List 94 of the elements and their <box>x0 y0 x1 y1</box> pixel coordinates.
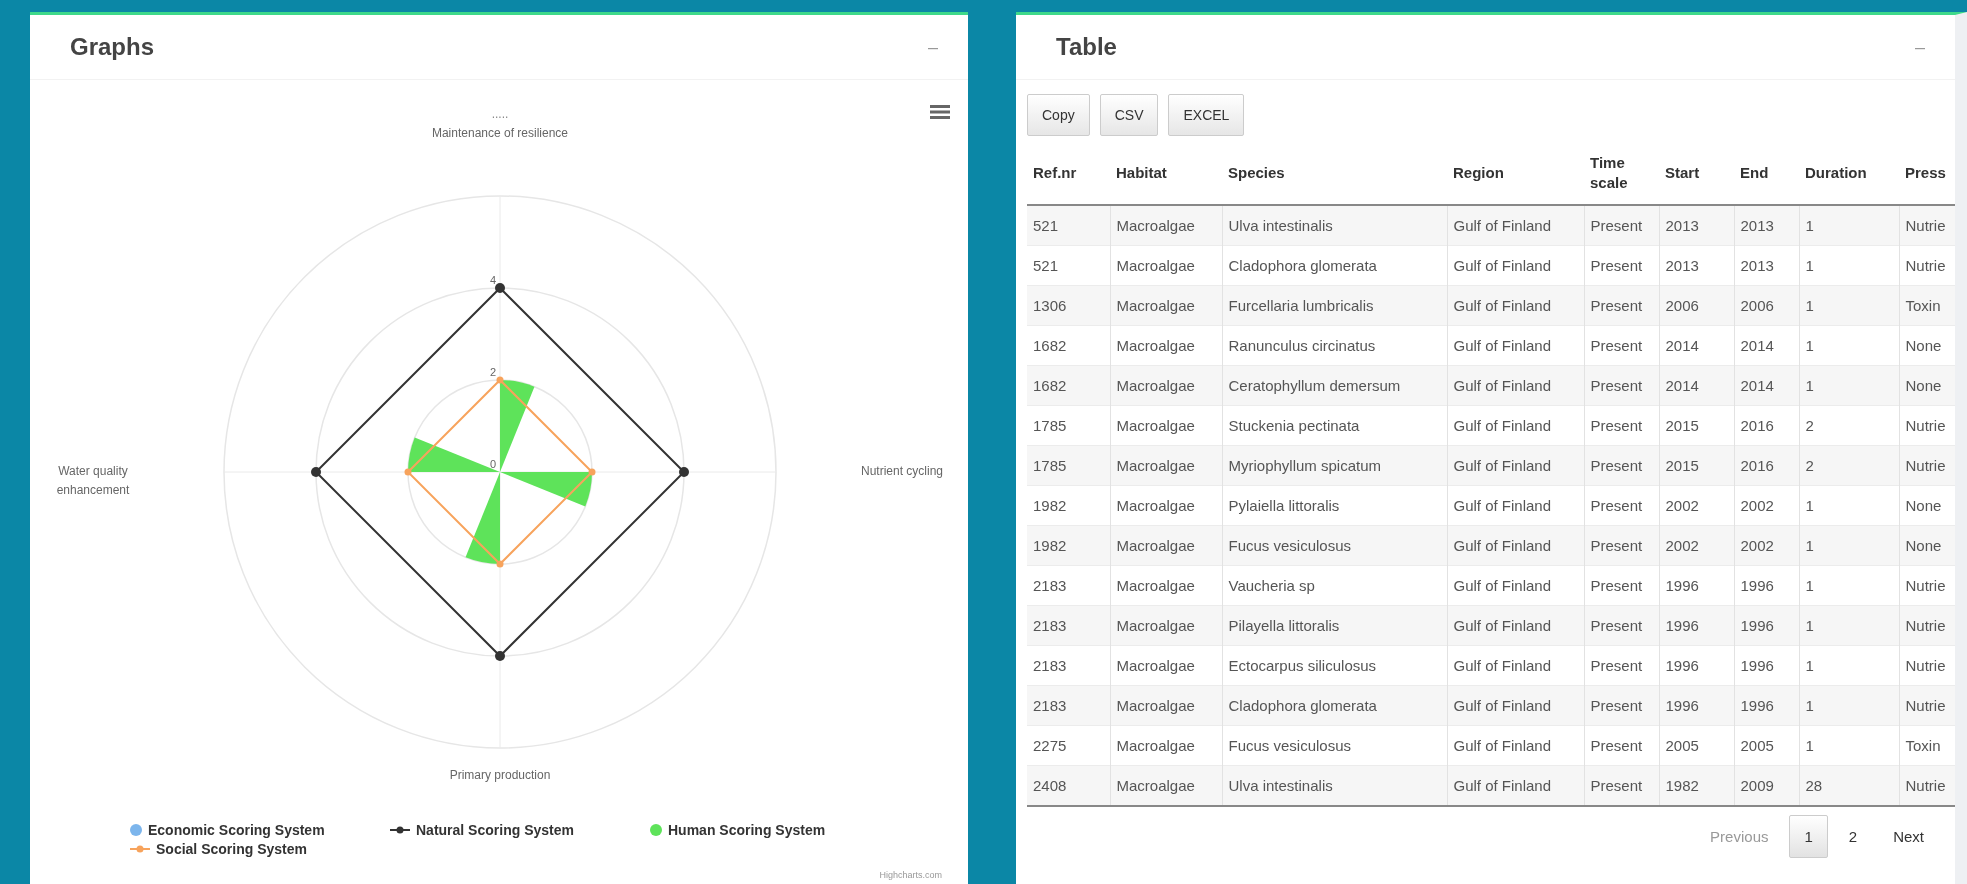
table-cell: Gulf of Finland <box>1447 445 1584 486</box>
table-cell: Present <box>1584 205 1659 246</box>
table-cell: Gulf of Finland <box>1447 365 1584 406</box>
axis-label: Primary production <box>448 767 552 784</box>
table-cell: Macroalgae <box>1110 205 1222 246</box>
table-cell: Macroalgae <box>1110 285 1222 326</box>
table-cell: Gulf of Finland <box>1447 285 1584 326</box>
table-cell: 2013 <box>1734 205 1799 246</box>
table-cell: 1996 <box>1734 685 1799 726</box>
axis-label: Nutrient cycling <box>860 463 944 480</box>
page-button[interactable]: 2 <box>1833 815 1873 858</box>
legend-item[interactable]: Economic Scoring System <box>130 820 390 839</box>
table-cell: Cladophora glomerata <box>1222 685 1447 726</box>
table-cell: Fucus vesiculosus <box>1222 525 1447 566</box>
table-cell: 1982 <box>1659 765 1734 806</box>
table-cell: Macroalgae <box>1110 445 1222 486</box>
table-cell: 1 <box>1799 525 1899 566</box>
table-cell: Nutrie <box>1899 765 1955 806</box>
panel-title: Graphs <box>70 33 155 61</box>
table-cell: 2015 <box>1659 445 1734 486</box>
table-cell: Present <box>1584 365 1659 406</box>
table-cell: 2183 <box>1027 685 1110 726</box>
table-cell: Nutrie <box>1899 605 1955 646</box>
table-cell: 2009 <box>1734 765 1799 806</box>
table-cell: Myriophyllum spicatum <box>1222 445 1447 486</box>
legend-item[interactable]: Human Scoring System <box>650 820 910 839</box>
tick-label: 4 <box>489 274 496 286</box>
table-cell: 2006 <box>1659 285 1734 326</box>
table-cell: Macroalgae <box>1110 765 1222 806</box>
table-cell: 1982 <box>1027 525 1110 566</box>
table-cell: 1682 <box>1027 365 1110 406</box>
table-cell: Ceratophyllum demersum <box>1222 365 1447 406</box>
table-cell: Pilayella littoralis <box>1222 605 1447 646</box>
table-cell: 1 <box>1799 685 1899 726</box>
table-cell: Nutrie <box>1899 205 1955 246</box>
table-cell: Macroalgae <box>1110 365 1222 406</box>
table-cell: 2013 <box>1659 205 1734 246</box>
table-cell: 2006 <box>1734 285 1799 326</box>
table-cell: 2014 <box>1734 365 1799 406</box>
table-cell: Macroalgae <box>1110 605 1222 646</box>
table-cell: Present <box>1584 285 1659 326</box>
legend-item[interactable]: Social Scoring System <box>130 839 390 858</box>
menu-icon[interactable] <box>930 104 950 120</box>
table-cell: Nutrie <box>1899 445 1955 486</box>
table-cell: 2 <box>1799 445 1899 486</box>
table-cell: 1 <box>1799 205 1899 246</box>
table-cell: Gulf of Finland <box>1447 525 1584 566</box>
table-cell: Present <box>1584 445 1659 486</box>
table-cell: 1996 <box>1659 605 1734 646</box>
table-cell: 1785 <box>1027 445 1110 486</box>
export-button[interactable]: Copy <box>1027 94 1090 136</box>
panel-title: Table <box>1056 33 1117 61</box>
table-cell: Nutrie <box>1899 685 1955 726</box>
table-cell: 1996 <box>1734 605 1799 646</box>
table-cell: 1 <box>1799 365 1899 406</box>
tick-label: 0 <box>489 458 496 470</box>
table-cell: 28 <box>1799 765 1899 806</box>
table-cell: 521 <box>1027 205 1110 246</box>
export-button[interactable]: CSV <box>1099 94 1159 136</box>
table-cell: Present <box>1584 525 1659 566</box>
table-cell: Present <box>1584 685 1659 726</box>
table-cell: 1996 <box>1659 685 1734 726</box>
table-cell: 1 <box>1799 285 1899 326</box>
table-cell: None <box>1899 365 1955 406</box>
table-cell: 1 <box>1799 605 1899 646</box>
table-cell: Gulf of Finland <box>1447 605 1584 646</box>
table-cell: Present <box>1584 605 1659 646</box>
table-cell: Toxin <box>1899 285 1955 326</box>
table-cell: 2002 <box>1734 525 1799 566</box>
axis-label: Maintenance of resilience <box>430 125 570 142</box>
chart-credit: Highcharts.com <box>879 870 942 880</box>
table-cell: Macroalgae <box>1110 685 1222 726</box>
export-button[interactable]: EXCEL <box>1168 94 1245 136</box>
table-cell: None <box>1899 525 1955 566</box>
table-cell: 2014 <box>1659 365 1734 406</box>
table-cell: 2016 <box>1734 445 1799 486</box>
table-cell: 2408 <box>1027 765 1110 806</box>
chart-title: ..... <box>491 107 509 121</box>
table-cell: 2183 <box>1027 605 1110 646</box>
tick-label: 2 <box>489 366 496 378</box>
table-cell: Ulva intestinalis <box>1222 205 1447 246</box>
table-cell: Gulf of Finland <box>1447 685 1584 726</box>
table-cell: 2002 <box>1659 525 1734 566</box>
page-button[interactable]: Next <box>1878 815 1939 858</box>
table-cell: Present <box>1584 765 1659 806</box>
table-cell: Gulf of Finland <box>1447 205 1584 246</box>
table-cell: Macroalgae <box>1110 525 1222 566</box>
axis-label: Water quality enhancement <box>55 463 131 499</box>
table-cell: Ulva intestinalis <box>1222 765 1447 806</box>
table-cell: Furcellaria lumbricalis <box>1222 285 1447 326</box>
legend-item[interactable]: Natural Scoring System <box>390 820 650 839</box>
table-cell: Gulf of Finland <box>1447 765 1584 806</box>
page-button[interactable]: 1 <box>1789 815 1828 858</box>
table-cell: 1306 <box>1027 285 1110 326</box>
